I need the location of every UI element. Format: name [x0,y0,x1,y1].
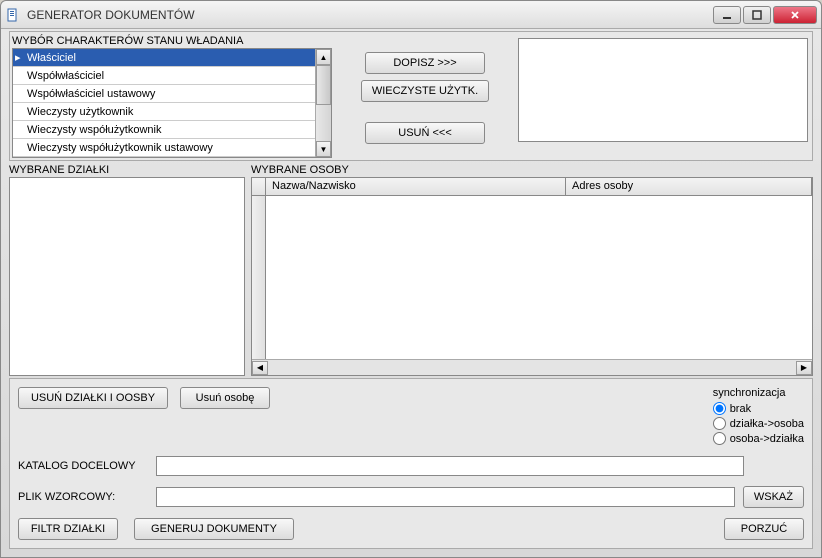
scroll-down-icon[interactable]: ▼ [316,141,331,157]
maximize-button[interactable] [743,6,771,24]
char-row[interactable]: Wieczysty współużytkownik ustawowy [13,139,315,157]
char-row[interactable]: Współwłaściciel [13,67,315,85]
katalog-input[interactable] [156,456,744,476]
col-adres[interactable]: Adres osoby [566,178,812,195]
plik-input[interactable] [156,487,735,507]
titlebar[interactable]: GENERATOR DOKUMENTÓW [1,1,821,29]
window-title: GENERATOR DOKUMENTÓW [27,8,713,22]
sync-group: synchronizacja brak działka->osoba osoba… [713,387,804,446]
main-window: GENERATOR DOKUMENTÓW WYBÓR CHARAKTERÓW S… [0,0,822,558]
dopisz-button[interactable]: DOPISZ >>> [365,52,485,74]
dzialki-list[interactable] [9,177,245,376]
sync-brak[interactable]: brak [713,401,804,416]
wieczyste-button[interactable]: WIECZYSTE UŻYTK. [361,80,489,102]
grid-cells[interactable] [266,196,812,359]
plik-label: PLIK WZORCOWY: [18,491,148,503]
sync-radio-do[interactable] [713,417,726,430]
filtr-button[interactable]: FILTR DZIAŁKI [18,518,118,540]
grid-row-handle [252,196,266,359]
grid-corner [252,178,266,195]
sync-dzialka-osoba[interactable]: działka->osoba [713,416,804,431]
scroll-thumb[interactable] [316,65,331,105]
usun-osobe-button[interactable]: Usuń osobę [180,387,270,409]
grid-hscroll[interactable]: ◀ ▶ [252,359,812,375]
sync-title: synchronizacja [713,387,804,399]
osoby-label: WYBRANE OSOBY [251,163,813,177]
app-icon [5,7,21,23]
minimize-button[interactable] [713,6,741,24]
sync-radio-od[interactable] [713,432,726,445]
close-button[interactable] [773,6,817,24]
usun-dzialki-button[interactable]: USUŃ DZIAŁKI I OOSBY [18,387,168,409]
scroll-left-icon[interactable]: ◀ [252,361,268,375]
katalog-label: KATALOG DOCELOWY [18,460,148,472]
scroll-right-icon[interactable]: ▶ [796,361,812,375]
usun-button[interactable]: USUŃ <<< [365,122,485,144]
col-nazwa[interactable]: Nazwa/Nazwisko [266,178,566,195]
char-row[interactable]: Właściciel [13,49,315,67]
top-panel: WYBÓR CHARAKTERÓW STANU WŁADANIA Właścic… [9,31,813,161]
char-row[interactable]: Wieczysty użytkownik [13,103,315,121]
notes-textarea[interactable] [518,38,808,142]
sync-osoba-dzialka[interactable]: osoba->działka [713,431,804,446]
char-list: Właściciel Współwłaściciel Współwłaścici… [12,48,332,158]
sync-radio-brak[interactable] [713,402,726,415]
char-row[interactable]: Wieczysty współużytkownik [13,121,315,139]
scroll-up-icon[interactable]: ▲ [316,49,331,65]
wskaz-button[interactable]: WSKAŻ [743,486,804,508]
char-section-label: WYBÓR CHARAKTERÓW STANU WŁADANIA [12,34,332,48]
osoby-grid: Nazwa/Nazwisko Adres osoby ◀ ▶ [251,177,813,376]
bottom-panel: USUŃ DZIAŁKI I OOSBY Usuń osobę synchron… [9,378,813,549]
dzialki-label: WYBRANE DZIAŁKI [9,163,245,177]
char-list-scrollbar[interactable]: ▲ ▼ [315,49,331,157]
char-row[interactable]: Współwłaściciel ustawowy [13,85,315,103]
porzuc-button[interactable]: PORZUĆ [724,518,804,540]
generuj-button[interactable]: GENERUJ DOKUMENTY [134,518,294,540]
